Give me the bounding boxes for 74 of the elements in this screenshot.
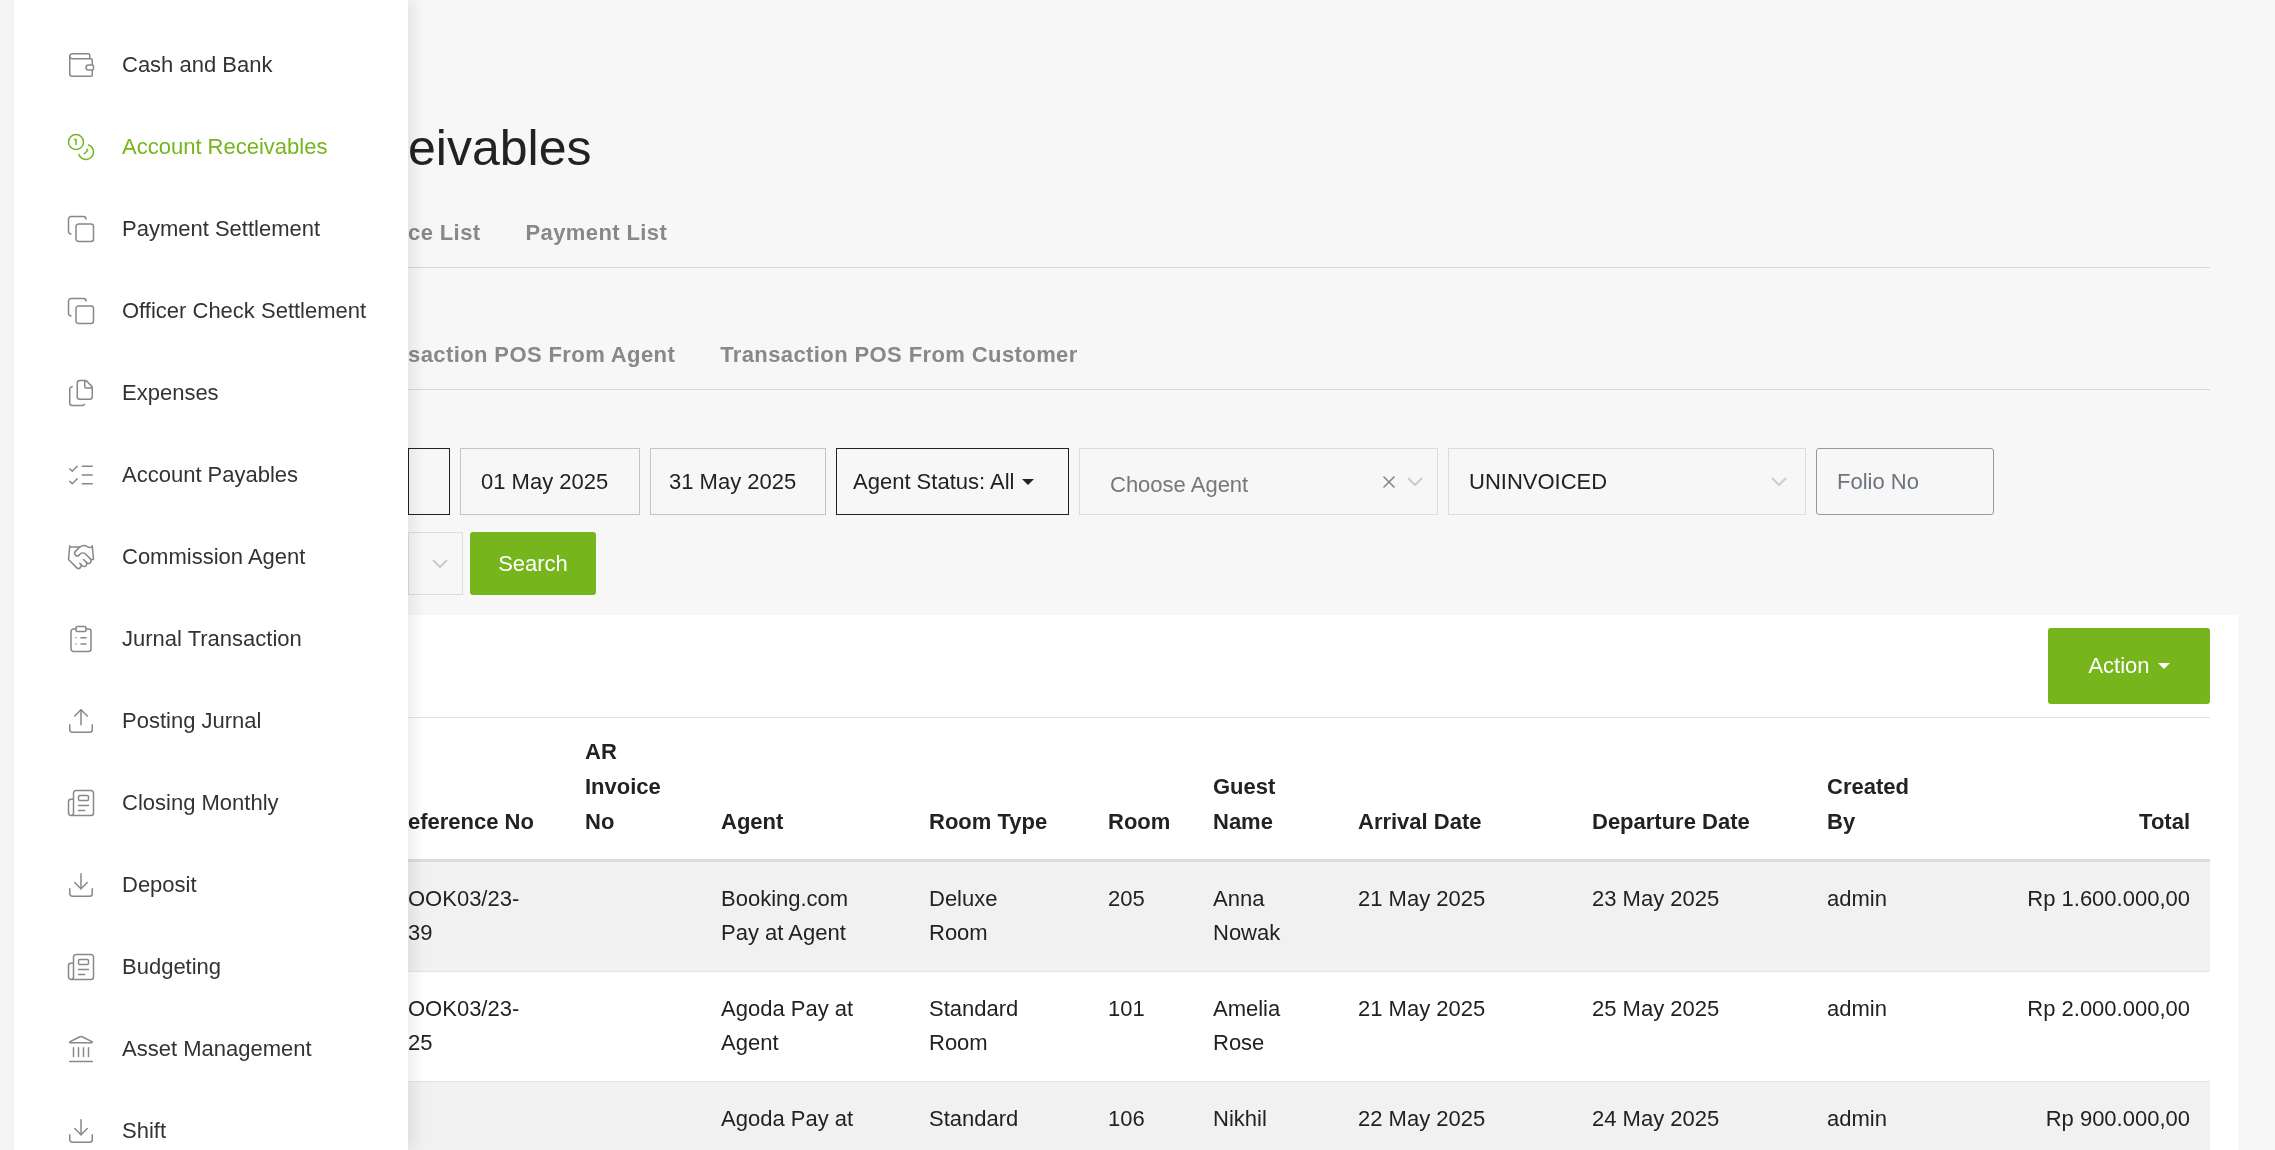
sidebar-item[interactable]: Shift <box>14 1090 408 1150</box>
table-cell-text: OOK03/23-39 <box>408 885 521 947</box>
column-header: Room <box>1108 808 1171 836</box>
column-header: Departure Date <box>1592 808 1750 836</box>
page-title: eivables <box>408 119 593 178</box>
sidebar-item[interactable]: Deposit <box>14 844 408 926</box>
column-header: Created By <box>1827 773 1910 836</box>
table-cell-text: 25 May 2025 <box>1592 995 1720 1023</box>
column-header: Guest Name <box>1213 773 1277 836</box>
table-cell-text: 101 <box>1108 995 1145 1023</box>
sidebar-item[interactable]: Jurnal Transaction <box>14 598 408 680</box>
select-field[interactable] <box>408 448 450 515</box>
agent-select[interactable]: Choose Agent <box>1079 448 1438 515</box>
table-cell-text: 23 May 2025 <box>1592 885 1720 913</box>
table-cell-text: 24 May 2025 <box>1592 1105 1720 1133</box>
caret-icon <box>1022 478 1035 485</box>
chevron-down-icon <box>1771 477 1787 486</box>
table-cell-text: 106 <box>1108 1105 1145 1133</box>
download-icon <box>66 870 96 900</box>
sidebar-item[interactable]: Posting Jurnal <box>14 680 408 762</box>
chevron-down-icon <box>1407 477 1423 486</box>
column-header: Total <box>2139 808 2191 836</box>
date-field[interactable]: 01 May 2025 <box>460 448 640 515</box>
wallet-icon <box>66 50 96 80</box>
table-cell-text: Deluxe Room <box>929 885 999 947</box>
date-field[interactable]: 31 May 2025 <box>650 448 826 515</box>
pages-icon <box>66 378 96 408</box>
sidebar-item[interactable]: Expenses <box>14 352 408 434</box>
caret-icon <box>2157 663 2170 669</box>
download-icon <box>66 1116 96 1146</box>
pages-icon <box>66 296 96 326</box>
sidebar-item[interactable]: Commission Agent <box>14 516 408 598</box>
table-cell-text: Rp 900.000,00 <box>2045 1105 2191 1133</box>
table-cell-text: 21 May 2025 <box>1358 885 1486 913</box>
column-header: Agent <box>721 808 784 836</box>
status-select[interactable]: UNINVOICED <box>1448 448 1806 515</box>
table-cell-text: Agoda Pay at Agent <box>721 995 855 1057</box>
table-cell-text: Nikhil <box>1213 1105 1267 1133</box>
column-header: Arrival Date <box>1358 808 1482 836</box>
table-cell-text: Rp 1.600.000,00 <box>2027 885 2191 913</box>
sidebar-item[interactable]: Cash and Bank <box>14 24 408 106</box>
bank-icon <box>66 1034 96 1064</box>
table-cell-text: 22 May 2025 <box>1358 1105 1486 1133</box>
column-header: eference No <box>408 808 534 836</box>
table-cell-text: admin <box>1827 1105 1887 1133</box>
sidebar-item[interactable]: Closing Monthly <box>14 762 408 844</box>
agent-status-dropdown[interactable]: Agent Status: All <box>836 448 1069 515</box>
table-cell-text: Amelia Rose <box>1213 995 1282 1057</box>
document-icon <box>66 952 96 982</box>
handshake-icon <box>66 542 96 572</box>
column-header: Room Type <box>929 808 1048 836</box>
sidebar-item[interactable]: Account Payables <box>14 434 408 516</box>
sidebar-item[interactable]: Budgeting <box>14 926 408 1008</box>
column-header: AR Invoice No <box>585 738 662 836</box>
upload-icon <box>66 706 96 736</box>
table-cell-text: admin <box>1827 995 1887 1023</box>
coins-icon <box>66 132 96 162</box>
sidebar-item[interactable]: Asset Management <box>14 1008 408 1090</box>
table-cell-text: 21 May 2025 <box>1358 995 1486 1023</box>
table-cell-text: Standard Room <box>929 995 1020 1057</box>
table-cell-text: OOK03/23-25 <box>408 995 521 1057</box>
table-cell-text: admin <box>1827 885 1887 913</box>
table-cell-text: Standard <box>929 1105 1019 1133</box>
table-cell-text: Anna Nowak <box>1213 885 1282 947</box>
pages-icon <box>66 214 96 244</box>
sidebar-item[interactable]: Officer Check Settlement <box>14 270 408 352</box>
table-cell-text: 205 <box>1108 885 1145 913</box>
chevron-down-icon <box>432 559 448 568</box>
sidebar-item[interactable]: Payment Settlement <box>14 188 408 270</box>
folio-field[interactable]: Folio No <box>1816 448 1994 515</box>
document-icon <box>66 788 96 818</box>
table-cell-text: Rp 2.000.000,00 <box>2027 995 2191 1023</box>
table-cell-text: Booking.com Pay at Agent <box>721 885 850 947</box>
table-cell-text: Agoda Pay at <box>721 1105 854 1133</box>
